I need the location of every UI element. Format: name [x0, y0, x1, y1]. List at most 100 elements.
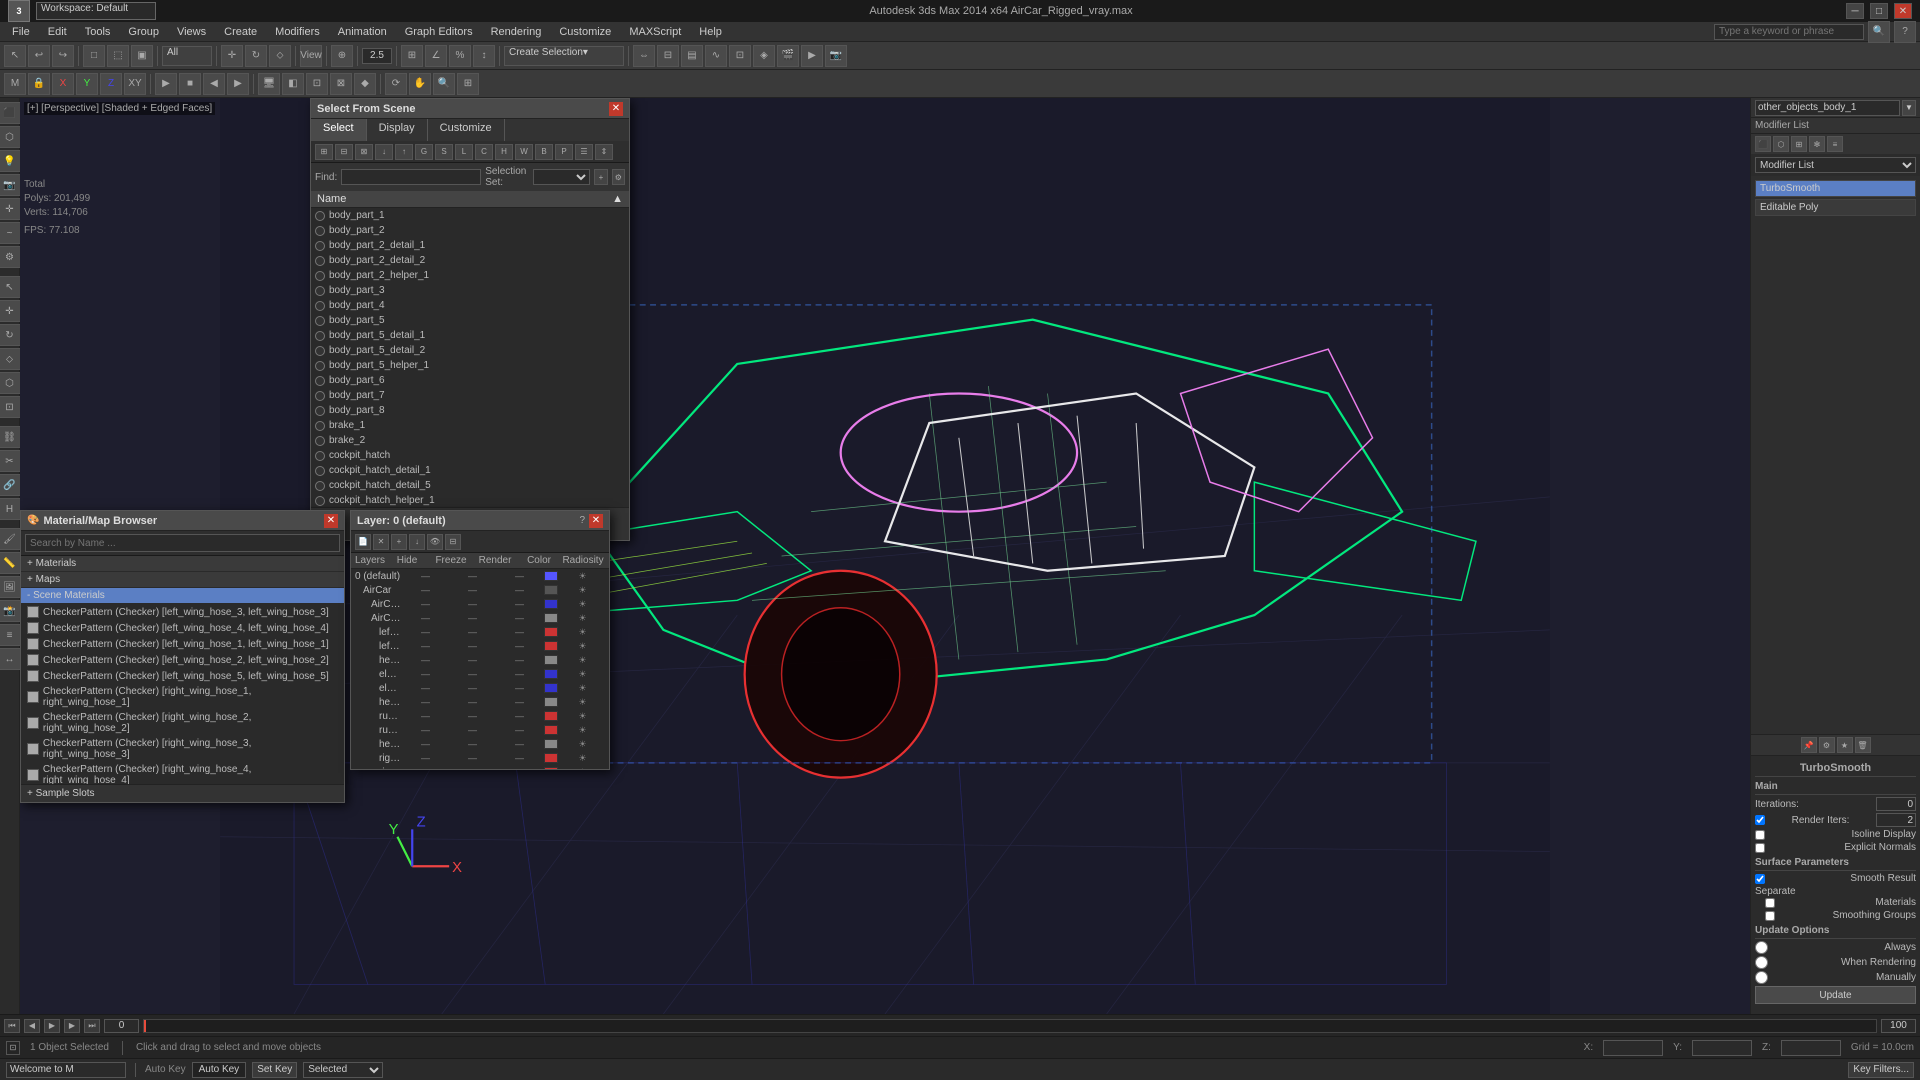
options-btn[interactable]: ⚙ — [612, 169, 625, 185]
mat-item-5[interactable]: CheckerPattern (Checker) [right_wing_hos… — [21, 684, 344, 710]
menu-tools[interactable]: Tools — [77, 24, 119, 40]
create-lights[interactable]: 💡 — [0, 150, 21, 172]
sort-btn[interactable]: ⇕ — [595, 144, 613, 160]
mat-items-list[interactable]: CheckerPattern (Checker) [left_wing_hose… — [21, 604, 344, 784]
update-button[interactable]: Update — [1755, 986, 1916, 1004]
scene-item-brake_1[interactable]: brake_1 — [311, 418, 629, 433]
object-name-dropdown-btn[interactable]: ▼ — [1902, 100, 1916, 116]
bind-space[interactable]: 🔗 — [0, 474, 21, 496]
filter-particles[interactable]: P — [555, 144, 573, 160]
scene-item-brake_2[interactable]: brake_2 — [311, 433, 629, 448]
mat-item-7[interactable]: CheckerPattern (Checker) [right_wing_hos… — [21, 736, 344, 762]
vp-clay[interactable]: ◆ — [354, 73, 376, 95]
schematic-btn[interactable]: ⊡ — [729, 45, 751, 67]
zoom-tool[interactable]: 🔍 — [433, 73, 455, 95]
scene-item-body_part_4[interactable]: body_part_4 — [311, 298, 629, 313]
mod-icon-5[interactable]: ≡ — [1827, 136, 1843, 152]
dialog-titlebar-layer[interactable]: Layer: 0 (default) ? ✕ — [351, 511, 609, 531]
constraint-y[interactable]: Y — [76, 73, 98, 95]
pivot-btn[interactable]: ⊕ — [331, 45, 353, 67]
always-radio[interactable] — [1755, 941, 1768, 954]
menu-file[interactable]: File — [4, 24, 38, 40]
menu-views[interactable]: Views — [169, 24, 214, 40]
dialog-titlebar-select[interactable]: Select From Scene ✕ — [311, 99, 629, 119]
manually-radio[interactable] — [1755, 971, 1768, 984]
close-button[interactable]: ✕ — [1894, 3, 1912, 19]
scene-item-body_part_2_detail_1[interactable]: body_part_2_detail_1 — [311, 238, 629, 253]
menu-graph-editors[interactable]: Graph Editors — [397, 24, 481, 40]
mat-item-4[interactable]: CheckerPattern (Checker) [left_wing_hose… — [21, 668, 344, 684]
z-coord-input[interactable] — [1781, 1040, 1841, 1056]
help-search[interactable] — [1714, 24, 1864, 40]
select-all-btn[interactable]: ⊞ — [315, 144, 333, 160]
curve-editor-btn[interactable]: ∿ — [705, 45, 727, 67]
dialog-titlebar-material[interactable]: 🎨 Material/Map Browser ✕ — [21, 511, 344, 531]
layer-list[interactable]: 0 (default) — — — ☀ AirCar — — — ☀ AirCa… — [351, 569, 609, 769]
spacing-tool[interactable]: ↔ — [0, 648, 21, 670]
search-icon[interactable]: 🔍 — [1868, 21, 1890, 43]
scene-item-body_part_5_detail_1[interactable]: body_part_5_detail_1 — [311, 328, 629, 343]
workspace-dropdown[interactable]: Workspace: Default — [36, 2, 156, 20]
select-move[interactable]: ✛ — [221, 45, 243, 67]
constraint-z[interactable]: Z — [100, 73, 122, 95]
layer-item-9[interactable]: helper_7 — — — ☀ — [351, 695, 609, 709]
constraint-x[interactable]: X — [52, 73, 74, 95]
layer-new-btn[interactable]: 📄 — [355, 534, 371, 550]
mod-icon-1[interactable]: ⬛ — [1755, 136, 1771, 152]
unlink-tool[interactable]: ✂ — [0, 450, 21, 472]
stack-pin-btn[interactable]: 📌 — [1801, 737, 1817, 753]
modifier-turbosmoother[interactable]: TurboSmooth — [1755, 180, 1916, 197]
layer-hide-unsel-btn[interactable]: ⊟ — [445, 534, 461, 550]
scene-item-body_part_2[interactable]: body_part_2 — [311, 223, 629, 238]
select-tool[interactable]: ↖ — [4, 45, 26, 67]
viewport-background[interactable]: 🖼 — [0, 576, 21, 598]
scene-item-body_part_6[interactable]: body_part_6 — [311, 373, 629, 388]
selection-lock[interactable]: 🔒 — [28, 73, 50, 95]
mat-item-1[interactable]: CheckerPattern (Checker) [left_wing_hose… — [21, 620, 344, 636]
layer-item-3[interactable]: AirCar_helpers — — — ☀ — [351, 611, 609, 625]
play-anim[interactable]: ▶ — [155, 73, 177, 95]
mod-icon-3[interactable]: ⊞ — [1791, 136, 1807, 152]
mat-section-maps[interactable]: + Maps — [21, 572, 344, 588]
maximize-button[interactable]: □ — [1870, 3, 1888, 19]
mat-section-scene[interactable]: - Scene Materials — [21, 588, 344, 604]
menu-animation[interactable]: Animation — [330, 24, 395, 40]
ref-coord[interactable]: View — [300, 45, 322, 67]
filter-helpers[interactable]: H — [495, 144, 513, 160]
layer-item-14[interactable]: right_aileron_hel — — — ☀ — [351, 765, 609, 769]
explicit-normals-check[interactable] — [1755, 843, 1765, 853]
scene-item-body_part_1[interactable]: body_part_1 — [311, 208, 629, 223]
layer-item-2[interactable]: AirCar_controllers — — — ☀ — [351, 597, 609, 611]
create-helpers[interactable]: ✛ — [0, 198, 21, 220]
help-icon[interactable]: ? — [1894, 21, 1916, 43]
dialog-close-select[interactable]: ✕ — [609, 102, 623, 116]
render-iters-input[interactable] — [1876, 813, 1916, 827]
select-object[interactable]: □ — [83, 45, 105, 67]
link-tool[interactable]: ⛓ — [0, 426, 21, 448]
scene-item-cockpit_hatch[interactable]: cockpit_hatch — [311, 448, 629, 463]
pan-tool[interactable]: ✋ — [409, 73, 431, 95]
prev-frame[interactable]: ◀ — [203, 73, 225, 95]
spinner-snap[interactable]: ↕ — [473, 45, 495, 67]
mod-icon-2[interactable]: ⬡ — [1773, 136, 1789, 152]
squash-tool[interactable]: ⊡ — [0, 396, 21, 418]
menu-maxscript[interactable]: MAXScript — [621, 24, 689, 40]
iterations-input[interactable]: 0 — [1876, 797, 1916, 811]
create-camera[interactable]: 📷 — [0, 174, 21, 196]
snap-toggle[interactable]: ⊞ — [401, 45, 423, 67]
isoline-check[interactable] — [1755, 830, 1765, 840]
menu-customize[interactable]: Customize — [551, 24, 619, 40]
scale-tool[interactable]: ⬦ — [0, 348, 21, 370]
go-start-btn[interactable]: ⏮ — [4, 1019, 20, 1033]
render-active[interactable]: 🖥 — [258, 73, 280, 95]
rotate-tool[interactable]: ↻ — [0, 324, 21, 346]
y-coord-input[interactable] — [1692, 1040, 1752, 1056]
menu-edit[interactable]: Edit — [40, 24, 75, 40]
select-scale[interactable]: ⬦ — [269, 45, 291, 67]
menu-create[interactable]: Create — [216, 24, 265, 40]
end-frame-input[interactable] — [1881, 1019, 1916, 1033]
mat-section-materials[interactable]: + Materials — [21, 556, 344, 572]
mod-icon-4[interactable]: ✻ — [1809, 136, 1825, 152]
filter-cameras[interactable]: C — [475, 144, 493, 160]
mirror-btn[interactable]: ⇔ — [633, 45, 655, 67]
